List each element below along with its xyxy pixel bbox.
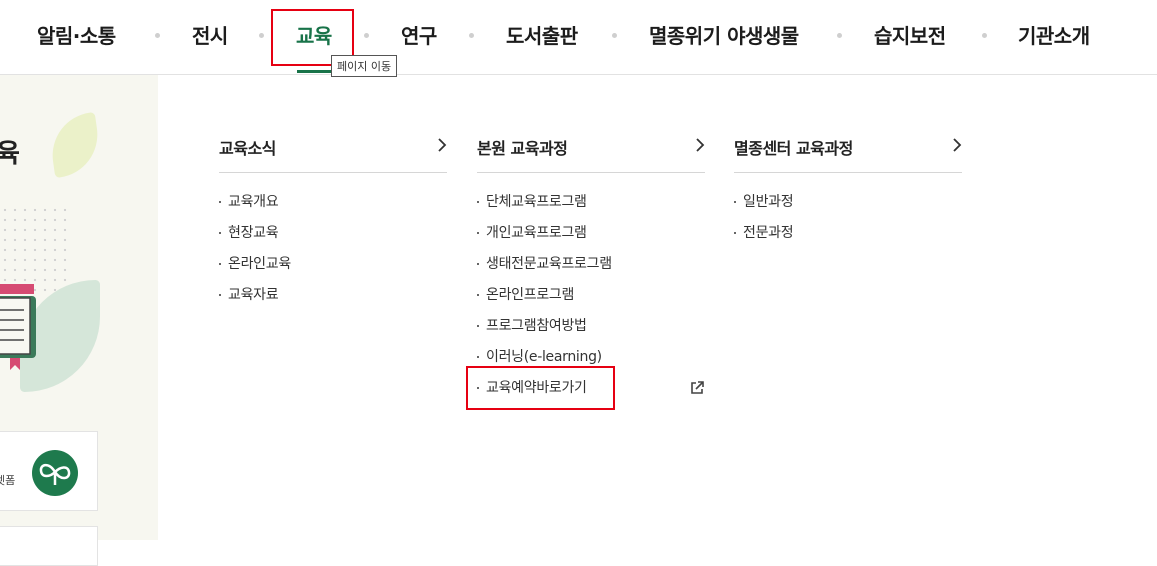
platform-logo-icon bbox=[32, 450, 78, 496]
nav-separator-dot bbox=[469, 33, 474, 38]
side-title: 육 bbox=[0, 139, 20, 169]
active-tab-underline bbox=[297, 70, 334, 73]
menu-item-individual-program[interactable]: 개인교육프로그램 bbox=[477, 222, 705, 253]
nav-item-wetland[interactable]: 습지보전 bbox=[874, 20, 946, 49]
nav-item-endangered-species[interactable]: 멸종위기 야생생물 bbox=[649, 20, 799, 49]
menu-item-field-education[interactable]: 현장교육 bbox=[219, 222, 447, 253]
book-icon bbox=[0, 284, 36, 370]
nav-item-research[interactable]: 연구 bbox=[401, 20, 437, 49]
highlight-box-reservation bbox=[466, 366, 615, 410]
nav-item-exhibition[interactable]: 전시 bbox=[192, 20, 228, 49]
platform-card[interactable]: 렛폼 bbox=[0, 431, 98, 511]
decorative-leaf bbox=[47, 111, 103, 179]
top-navigation: 알림·소통 전시 교육 연구 도서출판 멸종위기 야생생물 습지보전 기관소개 bbox=[0, 0, 1157, 75]
chevron-right-icon bbox=[438, 138, 447, 152]
nav-item-notice[interactable]: 알림·소통 bbox=[37, 20, 116, 49]
column-header[interactable]: 교육소식 bbox=[219, 130, 447, 173]
nav-separator-dot bbox=[259, 33, 264, 38]
side-panel: 육 렛폼 bbox=[0, 75, 158, 566]
nav-separator-dot bbox=[837, 33, 842, 38]
menu-item-online-education[interactable]: 온라인교육 bbox=[219, 253, 447, 284]
nav-separator-dot bbox=[982, 33, 987, 38]
menu-column-education-news: 교육소식 교육개요 현장교육 온라인교육 교육자료 bbox=[219, 130, 447, 315]
nav-item-about[interactable]: 기관소개 bbox=[1018, 20, 1090, 49]
nav-separator-dot bbox=[612, 33, 617, 38]
menu-item-overview[interactable]: 교육개요 bbox=[219, 191, 447, 222]
menu-item-materials[interactable]: 교육자료 bbox=[219, 284, 447, 315]
nav-separator-dot bbox=[155, 33, 160, 38]
side-card[interactable] bbox=[0, 526, 98, 566]
column-title: 본원 교육과정 bbox=[477, 139, 568, 158]
menu-item-expert-course[interactable]: 전문과정 bbox=[734, 222, 962, 253]
card-label: 렛폼 bbox=[0, 474, 16, 487]
column-title: 교육소식 bbox=[219, 139, 276, 158]
menu-item-group-program[interactable]: 단체교육프로그램 bbox=[477, 191, 705, 222]
nav-separator-dot bbox=[364, 33, 369, 38]
tooltip: 페이지 이동 bbox=[331, 55, 398, 77]
external-link-icon bbox=[691, 381, 704, 394]
column-header[interactable]: 본원 교육과정 bbox=[477, 130, 705, 173]
chevron-right-icon bbox=[953, 138, 962, 152]
menu-item-participation[interactable]: 프로그램참여방법 bbox=[477, 315, 705, 346]
column-title: 멸종센터 교육과정 bbox=[734, 139, 853, 158]
nav-item-publication[interactable]: 도서출판 bbox=[506, 20, 578, 49]
column-header[interactable]: 멸종센터 교육과정 bbox=[734, 130, 962, 173]
chevron-right-icon bbox=[696, 138, 705, 152]
menu-item-online-program[interactable]: 온라인프로그램 bbox=[477, 284, 705, 315]
menu-item-general-course[interactable]: 일반과정 bbox=[734, 191, 962, 222]
menu-column-center-courses: 멸종센터 교육과정 일반과정 전문과정 bbox=[734, 130, 962, 253]
menu-item-ecology-program[interactable]: 생태전문교육프로그램 bbox=[477, 253, 705, 284]
